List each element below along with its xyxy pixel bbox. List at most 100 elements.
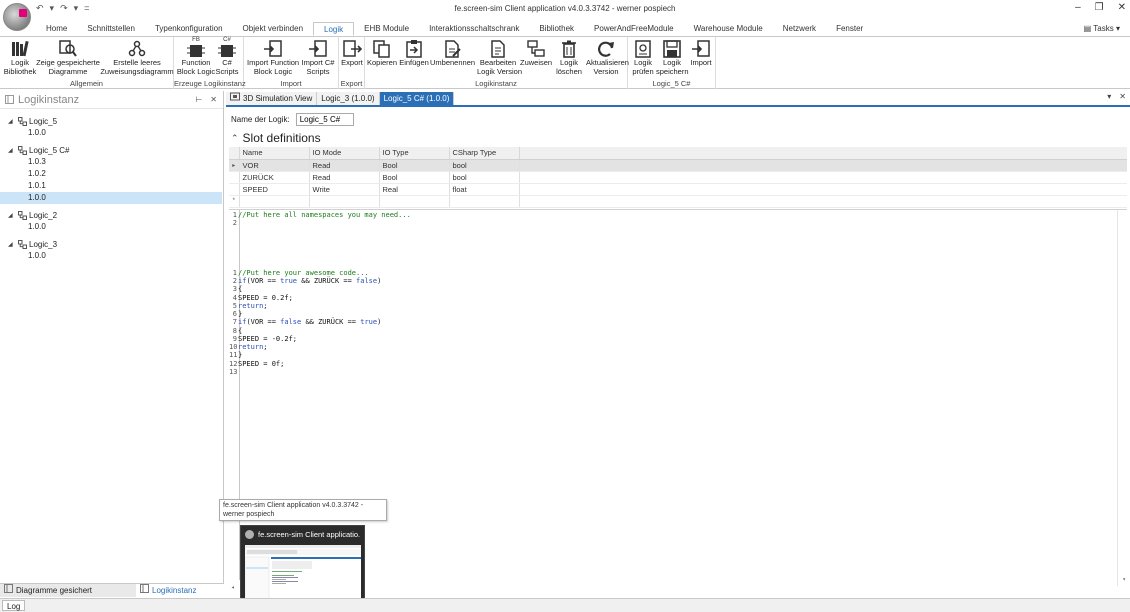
code-line[interactable]: 9SPEED = -0.2f; bbox=[229, 335, 297, 343]
slot-definitions-header[interactable]: ⌃ Slot definitions bbox=[231, 131, 321, 145]
code-line[interactable]: 7if(VOR == false && ZURÜCK == true) bbox=[229, 318, 382, 326]
library-books-button[interactable]: Logik Bibliothek bbox=[3, 39, 37, 76]
scroll-down-icon[interactable]: ▾ bbox=[1122, 576, 1126, 583]
tree-version-item[interactable]: 1.0.0 bbox=[0, 192, 222, 204]
code-line[interactable]: 10return; bbox=[229, 343, 268, 351]
vertical-scrollbar[interactable] bbox=[1117, 210, 1127, 586]
table-cell[interactable]: ZURÜCK bbox=[239, 171, 310, 184]
tree-node[interactable]: ◢ Logic_5 bbox=[0, 115, 223, 127]
table-cell[interactable]: float bbox=[449, 183, 520, 196]
trash-button[interactable]: Logik löschen bbox=[553, 39, 585, 76]
column-header[interactable]: IO Mode bbox=[309, 147, 380, 160]
table-cell[interactable]: Real bbox=[379, 183, 450, 196]
tree-version-item[interactable]: 1.0.1 bbox=[0, 180, 223, 192]
document-tab[interactable]: Logic_5 C# (1.0.0) bbox=[379, 92, 455, 105]
import-fb-button[interactable]: Import Function Block Logic bbox=[247, 39, 299, 76]
new-table-row[interactable]: * bbox=[229, 195, 1127, 208]
copy-button[interactable]: Kopieren bbox=[367, 39, 397, 68]
diagram-nodes-button[interactable]: Erstelle leeres Zuweisungsdiagramm bbox=[100, 39, 174, 76]
code-line[interactable]: 3{ bbox=[229, 285, 242, 293]
import-csharp-button[interactable]: Import C# Scripts bbox=[299, 39, 337, 76]
tasks-menu[interactable]: ▤ Tasks ▾ bbox=[1084, 24, 1120, 33]
table-row[interactable]: ▸ VOR Read Bool bool bbox=[229, 159, 1127, 172]
panel-tab[interactable]: Logikinstanz bbox=[136, 584, 222, 597]
code-line[interactable]: 2 bbox=[229, 219, 238, 227]
table-cell[interactable]: bool bbox=[449, 159, 520, 172]
tree-version-item[interactable]: 1.0.0 bbox=[0, 221, 223, 233]
assign-button[interactable]: Zuweisen bbox=[520, 39, 552, 68]
logic-name-input[interactable] bbox=[295, 113, 354, 126]
code-line[interactable]: 1//Put here all namespaces you may need.… bbox=[229, 211, 411, 219]
table-row[interactable]: SPEED Write Real float bbox=[229, 183, 1127, 196]
code-line[interactable]: 5return; bbox=[229, 302, 268, 310]
empty-cell[interactable] bbox=[309, 195, 380, 208]
close-icon[interactable]: ✕ bbox=[1118, 2, 1126, 13]
ribbon-tab[interactable]: EHB Module bbox=[354, 22, 419, 36]
expand-chevron-icon[interactable]: ◢ bbox=[8, 118, 16, 125]
tree-version-item[interactable]: 1.0.2 bbox=[0, 168, 223, 180]
ribbon-tab[interactable]: Logik bbox=[313, 22, 355, 36]
tree-node[interactable]: ◢ Logic_2 bbox=[0, 209, 223, 221]
table-cell[interactable]: bool bbox=[449, 171, 520, 184]
code-line[interactable]: 12SPEED = 0f; bbox=[229, 360, 284, 368]
export-button[interactable]: Export bbox=[340, 39, 364, 68]
tree-version-item[interactable]: 1.0.0 bbox=[0, 250, 223, 262]
pin-icon[interactable]: ⊢ bbox=[195, 95, 202, 104]
table-cell[interactable]: Read bbox=[309, 171, 380, 184]
empty-cell[interactable] bbox=[449, 195, 520, 208]
empty-cell[interactable] bbox=[239, 195, 310, 208]
save-button[interactable]: Logik speichern bbox=[656, 39, 689, 76]
tab-list-icon[interactable]: ▾ bbox=[1107, 92, 1111, 101]
minimize-icon[interactable]: – bbox=[1075, 2, 1081, 13]
ribbon-tab[interactable]: Home bbox=[36, 22, 77, 36]
app-logo-icon[interactable] bbox=[3, 3, 31, 31]
collapse-chevron-icon[interactable]: ⌃ bbox=[231, 133, 239, 144]
ribbon-tab[interactable]: Schnittstellen bbox=[77, 22, 145, 36]
ribbon-tab[interactable]: Interaktionsschaltschrank bbox=[419, 22, 529, 36]
code-line[interactable]: 11} bbox=[229, 351, 242, 359]
expand-chevron-icon[interactable]: ◢ bbox=[8, 212, 16, 219]
table-cell[interactable]: VOR bbox=[239, 159, 310, 172]
scroll-left-icon[interactable]: ◂ bbox=[231, 584, 235, 591]
table-cell[interactable]: Bool bbox=[379, 159, 450, 172]
code-line[interactable]: 2if(VOR == true && ZURÜCK == false) bbox=[229, 277, 382, 285]
empty-cell[interactable] bbox=[379, 195, 450, 208]
rename-button[interactable]: Umbenennen bbox=[430, 39, 475, 68]
column-header[interactable]: IO Type bbox=[379, 147, 450, 160]
ribbon-tab[interactable]: Bibliothek bbox=[529, 22, 584, 36]
column-header[interactable]: Name bbox=[239, 147, 310, 160]
code-line[interactable]: 13 bbox=[229, 368, 238, 376]
ribbon-tab[interactable]: Objekt verbinden bbox=[233, 22, 313, 36]
ribbon-tab[interactable]: Typenkonfiguration bbox=[145, 22, 233, 36]
table-cell[interactable]: Write bbox=[309, 183, 380, 196]
search-diagram-button[interactable]: Zeige gespeicherte Diagramme bbox=[36, 39, 100, 76]
ribbon-tab[interactable]: Warehouse Module bbox=[684, 22, 773, 36]
ribbon-tab[interactable]: Netzwerk bbox=[773, 22, 826, 36]
table-row[interactable]: ZURÜCK Read Bool bool bbox=[229, 171, 1127, 184]
document-close-icon[interactable]: ✕ bbox=[1119, 92, 1126, 101]
function-block-button[interactable]: FB Function Block Logic bbox=[176, 37, 216, 76]
column-header[interactable]: CSharp Type bbox=[449, 147, 520, 160]
code-line[interactable]: 4SPEED = 0.2f; bbox=[229, 294, 293, 302]
check-logic-button[interactable]: Logik prüfen bbox=[630, 39, 656, 76]
tree-version-item[interactable]: 1.0.0 bbox=[0, 127, 223, 139]
paste-button[interactable]: Einfügen bbox=[398, 39, 430, 68]
edit-version-button[interactable]: Bearbeiten Logik Version bbox=[477, 39, 522, 76]
code-line[interactable]: 1//Put here your awesome code... bbox=[229, 269, 369, 277]
log-button[interactable]: Log bbox=[2, 600, 26, 611]
tree-version-item[interactable]: 1.0.3 bbox=[0, 156, 223, 168]
code-line[interactable]: 8{ bbox=[229, 327, 242, 335]
panel-close-icon[interactable]: ✕ bbox=[210, 95, 217, 104]
expand-chevron-icon[interactable]: ◢ bbox=[8, 241, 16, 248]
table-cell[interactable]: Bool bbox=[379, 171, 450, 184]
table-cell[interactable]: Read bbox=[309, 159, 380, 172]
import-button[interactable]: Import bbox=[688, 39, 714, 68]
refresh-button[interactable]: Aktualisieren Version bbox=[586, 39, 629, 76]
document-tab[interactable]: 3D Simulation View bbox=[226, 92, 318, 105]
panel-tab[interactable]: Diagramme gesichert bbox=[0, 584, 136, 597]
table-cell[interactable]: SPEED bbox=[239, 183, 310, 196]
ribbon-tab[interactable]: PowerAndFreeModule bbox=[584, 22, 684, 36]
expand-chevron-icon[interactable]: ◢ bbox=[8, 147, 16, 154]
tree-node[interactable]: ◢ Logic_5 C# bbox=[0, 144, 223, 156]
ribbon-tab[interactable]: Fenster bbox=[826, 22, 873, 36]
